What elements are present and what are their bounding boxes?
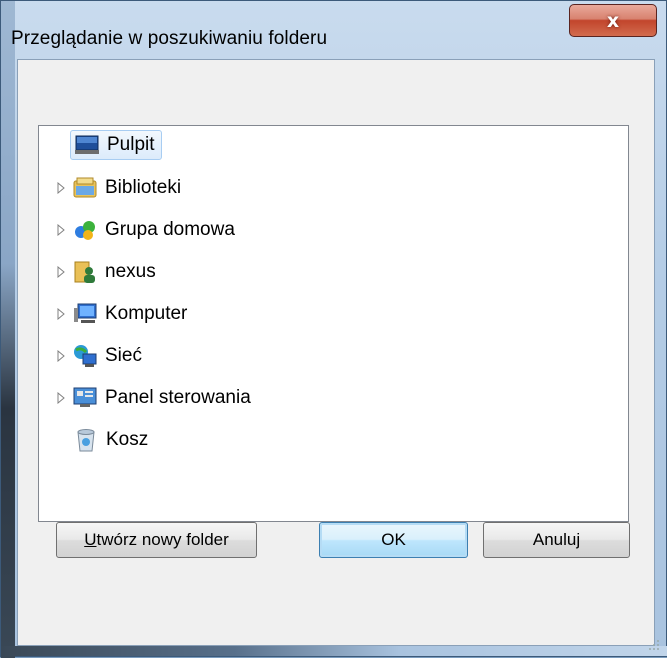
new-folder-label: twórz nowy folder <box>96 530 229 549</box>
desktop-icon <box>75 133 99 157</box>
browse-folder-dialog: Przeglądanie w poszukiwaniu folderu x Pu… <box>0 0 667 658</box>
libraries-icon <box>73 176 97 200</box>
user-folder-icon <box>73 260 97 284</box>
close-button[interactable]: x <box>569 4 657 37</box>
recycle-bin-icon <box>74 428 98 452</box>
tree-item-label: Biblioteki <box>105 177 182 198</box>
network-icon <box>73 344 97 368</box>
new-folder-button[interactable]: Utwórz nowy folder <box>56 522 257 558</box>
tree-item-panel-sterowania[interactable]: Panel sterowania <box>57 381 251 415</box>
expand-arrow-icon[interactable] <box>57 392 67 404</box>
expand-arrow-icon[interactable] <box>57 350 67 362</box>
tree-item-label: Grupa domowa <box>105 219 235 240</box>
tree-item-kosz[interactable]: Kosz <box>74 423 148 457</box>
expand-arrow-icon[interactable] <box>57 224 67 236</box>
expand-arrow-icon[interactable] <box>57 182 67 194</box>
tree-item-label: Sieć <box>105 345 142 366</box>
tree-item-label: nexus <box>105 261 156 282</box>
tree-item-siec[interactable]: Sieć <box>57 339 142 373</box>
tree-item-pulpit[interactable]: Pulpit <box>70 128 162 162</box>
cancel-button[interactable]: Anuluj <box>483 522 630 558</box>
expand-arrow-icon[interactable] <box>57 266 67 278</box>
tree-item-label: Kosz <box>106 429 149 450</box>
homegroup-icon <box>73 218 97 242</box>
tree-item-nexus[interactable]: nexus <box>57 255 156 289</box>
tree-item-grupa-domowa[interactable]: Grupa domowa <box>57 213 235 247</box>
expand-arrow-icon[interactable] <box>57 308 67 320</box>
close-icon: x <box>606 9 620 32</box>
tree-item-komputer[interactable]: Komputer <box>57 297 187 331</box>
window-title: Przeglądanie w poszukiwaniu folderu <box>11 28 328 49</box>
folder-tree[interactable]: Pulpit Biblioteki Grupa domowa nexus Kom… <box>38 125 629 522</box>
new-folder-accelerator: U <box>84 530 97 549</box>
resize-grip-icon[interactable] <box>648 639 660 651</box>
control-panel-icon <box>73 386 97 410</box>
ok-label: OK <box>381 530 406 549</box>
cancel-label: Anuluj <box>532 530 581 549</box>
window-frame-bottom <box>1 646 667 656</box>
tree-item-label: Komputer <box>105 303 188 324</box>
tree-item-biblioteki[interactable]: Biblioteki <box>57 171 181 205</box>
ok-button[interactable]: OK <box>319 522 468 558</box>
window-frame-left <box>1 1 15 658</box>
computer-icon <box>73 302 97 326</box>
tree-item-label: Pulpit <box>107 134 155 155</box>
tree-item-label: Panel sterowania <box>105 387 251 408</box>
